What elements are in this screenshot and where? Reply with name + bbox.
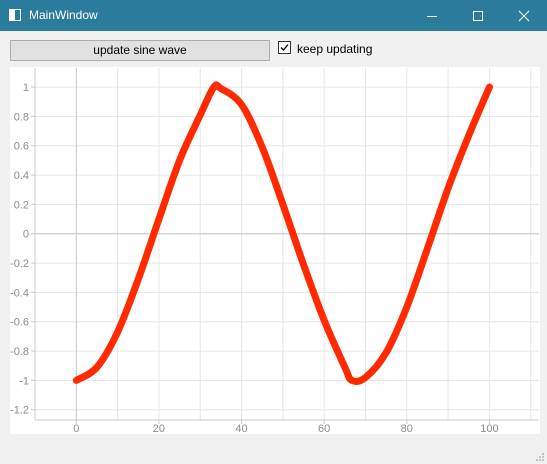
y-tick-label: 0 bbox=[23, 229, 29, 241]
minimize-icon bbox=[427, 16, 437, 17]
sine-wave-chart[interactable]: 0 20 40 60 80 100 1 0.8 0.6 0.4 0.2 0 -0.2 -0.4 -0.6 -0… bbox=[10, 67, 540, 435]
window-icon bbox=[9, 9, 21, 21]
maximize-icon bbox=[473, 11, 483, 21]
x-tick-label: 80 bbox=[401, 423, 413, 434]
y-tick-label: 0.8 bbox=[14, 111, 29, 123]
minimize-button[interactable] bbox=[409, 0, 455, 31]
resize-grip-icon[interactable] bbox=[535, 452, 545, 462]
close-icon bbox=[518, 10, 530, 22]
plot-area[interactable]: 0 20 40 60 80 100 1 0.8 0.6 0.4 0.2 0 -0.2 -0.4 -0.6 -0… bbox=[10, 67, 540, 435]
y-tick-label: -0.6 bbox=[10, 317, 29, 329]
y-tick-label: -1 bbox=[19, 375, 29, 387]
y-tick-label: -0.4 bbox=[10, 287, 29, 299]
plot-background bbox=[10, 67, 540, 434]
x-tick-label: 20 bbox=[153, 423, 165, 434]
x-tick-label: 40 bbox=[235, 423, 247, 434]
checkmark-icon bbox=[280, 44, 289, 51]
title-bar: MainWindow bbox=[0, 0, 547, 31]
y-tick-label: 0.4 bbox=[14, 170, 29, 182]
y-tick-label: -1.2 bbox=[10, 405, 29, 417]
update-sine-wave-button[interactable]: update sine wave bbox=[10, 40, 270, 61]
x-tick-label: 60 bbox=[318, 423, 330, 434]
keep-updating-checkbox[interactable] bbox=[278, 41, 291, 54]
x-tick-label: 100 bbox=[480, 423, 498, 434]
y-tick-label: 0.6 bbox=[14, 141, 29, 153]
window-title: MainWindow bbox=[29, 8, 98, 22]
y-tick-label: 0.2 bbox=[14, 199, 29, 211]
keep-updating-label: keep updating bbox=[297, 42, 373, 56]
y-tick-label: -0.2 bbox=[10, 258, 29, 270]
x-tick-label: 0 bbox=[73, 423, 79, 434]
y-tick-label: -0.8 bbox=[10, 346, 29, 358]
y-tick-label: 1 bbox=[23, 82, 29, 94]
close-button[interactable] bbox=[501, 0, 547, 31]
maximize-button[interactable] bbox=[455, 0, 501, 31]
